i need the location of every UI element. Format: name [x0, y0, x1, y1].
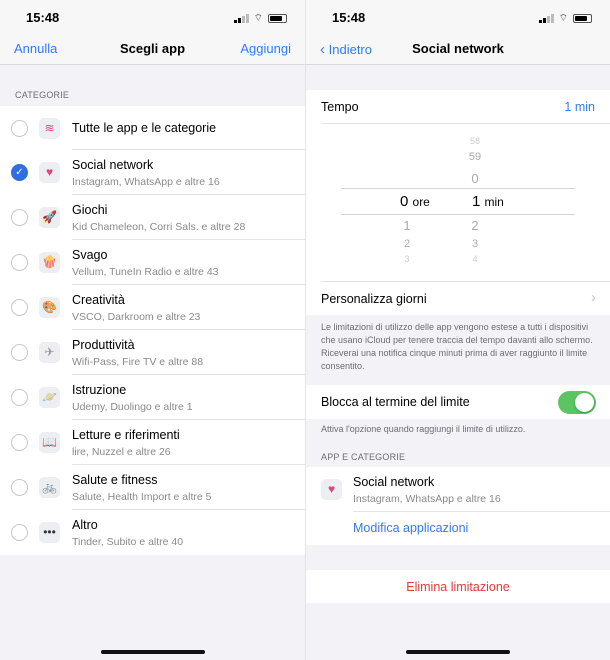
picker-minute[interactable]: 0 [460, 171, 490, 186]
category-item[interactable]: 🎨 Creatività VSCO, Darkroom e altre 23 [0, 285, 305, 330]
section-header: APP E CATEGORIE [321, 452, 406, 462]
customize-days-row[interactable]: Personalizza giorni › [306, 282, 610, 315]
block-at-limit-row: Blocca al termine del limite [306, 385, 610, 419]
apps-section: ♥ Social network Instagram, WhatsApp e a… [306, 467, 610, 545]
page-title: Social network [412, 41, 504, 56]
app-item: ♥ Social network Instagram, WhatsApp e a… [306, 467, 610, 512]
time-row[interactable]: Tempo 1 min [306, 90, 610, 124]
status-time: 15:48 [26, 10, 60, 25]
rocket-icon: 🚀 [39, 207, 60, 228]
section-header: CATEGORIE [15, 90, 70, 100]
category-title: Social network [72, 158, 154, 172]
category-subtitle: Vellum, TuneIn Radio e altre 43 [72, 266, 219, 278]
category-item[interactable]: 🚲 Salute e fitness Salute, Health Import… [0, 465, 305, 510]
radio-button[interactable] [11, 299, 28, 316]
wifi-icon: ⌔ [253, 13, 263, 24]
home-indicator [100, 650, 205, 654]
category-title: Svago [72, 248, 108, 262]
category-subtitle: Instagram, WhatsApp e altre 16 [72, 176, 220, 188]
radio-button[interactable] [11, 254, 28, 271]
radio-button[interactable] [11, 120, 28, 137]
edit-apps-button[interactable]: Modifica applicazioni [353, 521, 468, 535]
status-bar: 15:48 ⌔ [306, 0, 610, 32]
category-title: Produttività [72, 338, 135, 352]
signal-icon [233, 14, 249, 23]
choose-app-screen: 15:48 ⌔ Annulla Scegli app Aggiungi CATE… [0, 0, 305, 660]
picker-minute[interactable]: 2 [460, 218, 490, 233]
category-list: ≋ Tutte le app e le categorie ✓ ♥ Social… [0, 106, 305, 555]
category-title: Tutte le app e le categorie [72, 121, 217, 135]
category-item[interactable]: 🍿 Svago Vellum, TuneIn Radio e altre 43 [0, 240, 305, 285]
battery-icon [573, 14, 592, 23]
category-item[interactable]: 🚀 Giochi Kid Chameleon, Corri Sals. e al… [0, 195, 305, 240]
category-title: Salute e fitness [72, 473, 158, 487]
picker-hour[interactable]: 3 [392, 254, 422, 264]
radio-button[interactable] [11, 524, 28, 541]
add-button[interactable]: Aggiungi [240, 41, 291, 56]
social-network-limit-screen: 15:48 ⌔ ‹ Indietro Social network Tempo … [305, 0, 610, 660]
category-subtitle: Tinder, Subito e altre 40 [72, 536, 184, 548]
status-time: 15:48 [332, 10, 366, 25]
palette-icon: 🎨 [39, 297, 60, 318]
time-value: 1 min [564, 100, 595, 114]
paper-plane-icon: ✈ [39, 342, 60, 363]
category-item[interactable]: 📖 Letture e riferimenti lire, Nuzzel e a… [0, 420, 305, 465]
battery-icon [268, 14, 287, 23]
category-title: Giochi [72, 203, 108, 217]
picker-hour[interactable]: 1 [392, 218, 422, 233]
chat-heart-icon: ♥ [321, 479, 342, 500]
category-title: Istruzione [72, 383, 127, 397]
delete-limit-button[interactable]: Elimina limitazione [306, 570, 610, 603]
radio-button[interactable] [11, 434, 28, 451]
radio-button[interactable] [11, 209, 28, 226]
bicycle-icon: 🚲 [39, 477, 60, 498]
category-subtitle: Salute, Health Import e altre 5 [72, 491, 212, 503]
picker-hours-selected[interactable]: 0 ore [400, 193, 430, 210]
category-subtitle: Kid Chameleon, Corri Sals. e altre 28 [72, 221, 246, 233]
radio-button[interactable] [11, 344, 28, 361]
radio-button[interactable] [11, 389, 28, 406]
category-subtitle: lire, Nuzzel e altre 26 [72, 446, 171, 458]
category-item[interactable]: 🪐 Istruzione Udemy, Duolingo e altre 1 [0, 375, 305, 420]
chevron-right-icon: › [591, 289, 596, 306]
time-label: Tempo [321, 100, 359, 114]
home-indicator [406, 650, 510, 654]
category-subtitle: Wifi-Pass, Fire TV e altre 88 [72, 356, 204, 368]
book-icon: 📖 [39, 432, 60, 453]
category-item[interactable]: ≋ Tutte le app e le categorie [0, 106, 305, 150]
stack-icon: ≋ [39, 118, 60, 139]
picker-minutes-selected[interactable]: 1 min [472, 193, 504, 210]
planet-icon: 🪐 [39, 387, 60, 408]
picker-minute[interactable]: 58 [460, 136, 490, 146]
wifi-icon: ⌔ [558, 13, 568, 24]
category-subtitle: Udemy, Duolingo e altre 1 [72, 401, 193, 413]
picker-hour[interactable]: 2 [392, 238, 422, 250]
category-subtitle: VSCO, Darkroom e altre 23 [72, 311, 201, 323]
checkmark-icon[interactable]: ✓ [11, 164, 28, 181]
nav-bar: Annulla Scegli app Aggiungi [0, 32, 305, 65]
time-picker[interactable]: 58 59 0 0 ore 1 min 1 2 3 2 3 4 [306, 124, 610, 282]
radio-button[interactable] [11, 479, 28, 496]
popcorn-icon: 🍿 [39, 252, 60, 273]
category-title: Letture e riferimenti [72, 428, 180, 442]
category-item[interactable]: ✈ Produttività Wifi-Pass, Fire TV e altr… [0, 330, 305, 375]
category-item[interactable]: ••• Altro Tinder, Subito e altre 40 [0, 510, 305, 555]
status-bar: 15:48 ⌔ [0, 0, 305, 32]
picker-minute[interactable]: 4 [460, 254, 490, 264]
category-title: Creatività [72, 293, 125, 307]
picker-minute[interactable]: 3 [460, 238, 490, 250]
category-title: Altro [72, 518, 98, 532]
more-icon: ••• [39, 522, 60, 543]
picker-minute[interactable]: 59 [460, 151, 490, 163]
block-footer: Attiva l'opzione quando raggiungi il lim… [321, 424, 526, 434]
nav-bar: ‹ Indietro Social network [306, 32, 610, 65]
chat-heart-icon: ♥ [39, 162, 60, 183]
signal-icon [538, 14, 554, 23]
category-item[interactable]: ✓ ♥ Social network Instagram, WhatsApp e… [0, 150, 305, 195]
info-text: Le limitazioni di utilizzo delle app ven… [321, 322, 593, 371]
block-at-limit-toggle[interactable] [558, 391, 596, 414]
